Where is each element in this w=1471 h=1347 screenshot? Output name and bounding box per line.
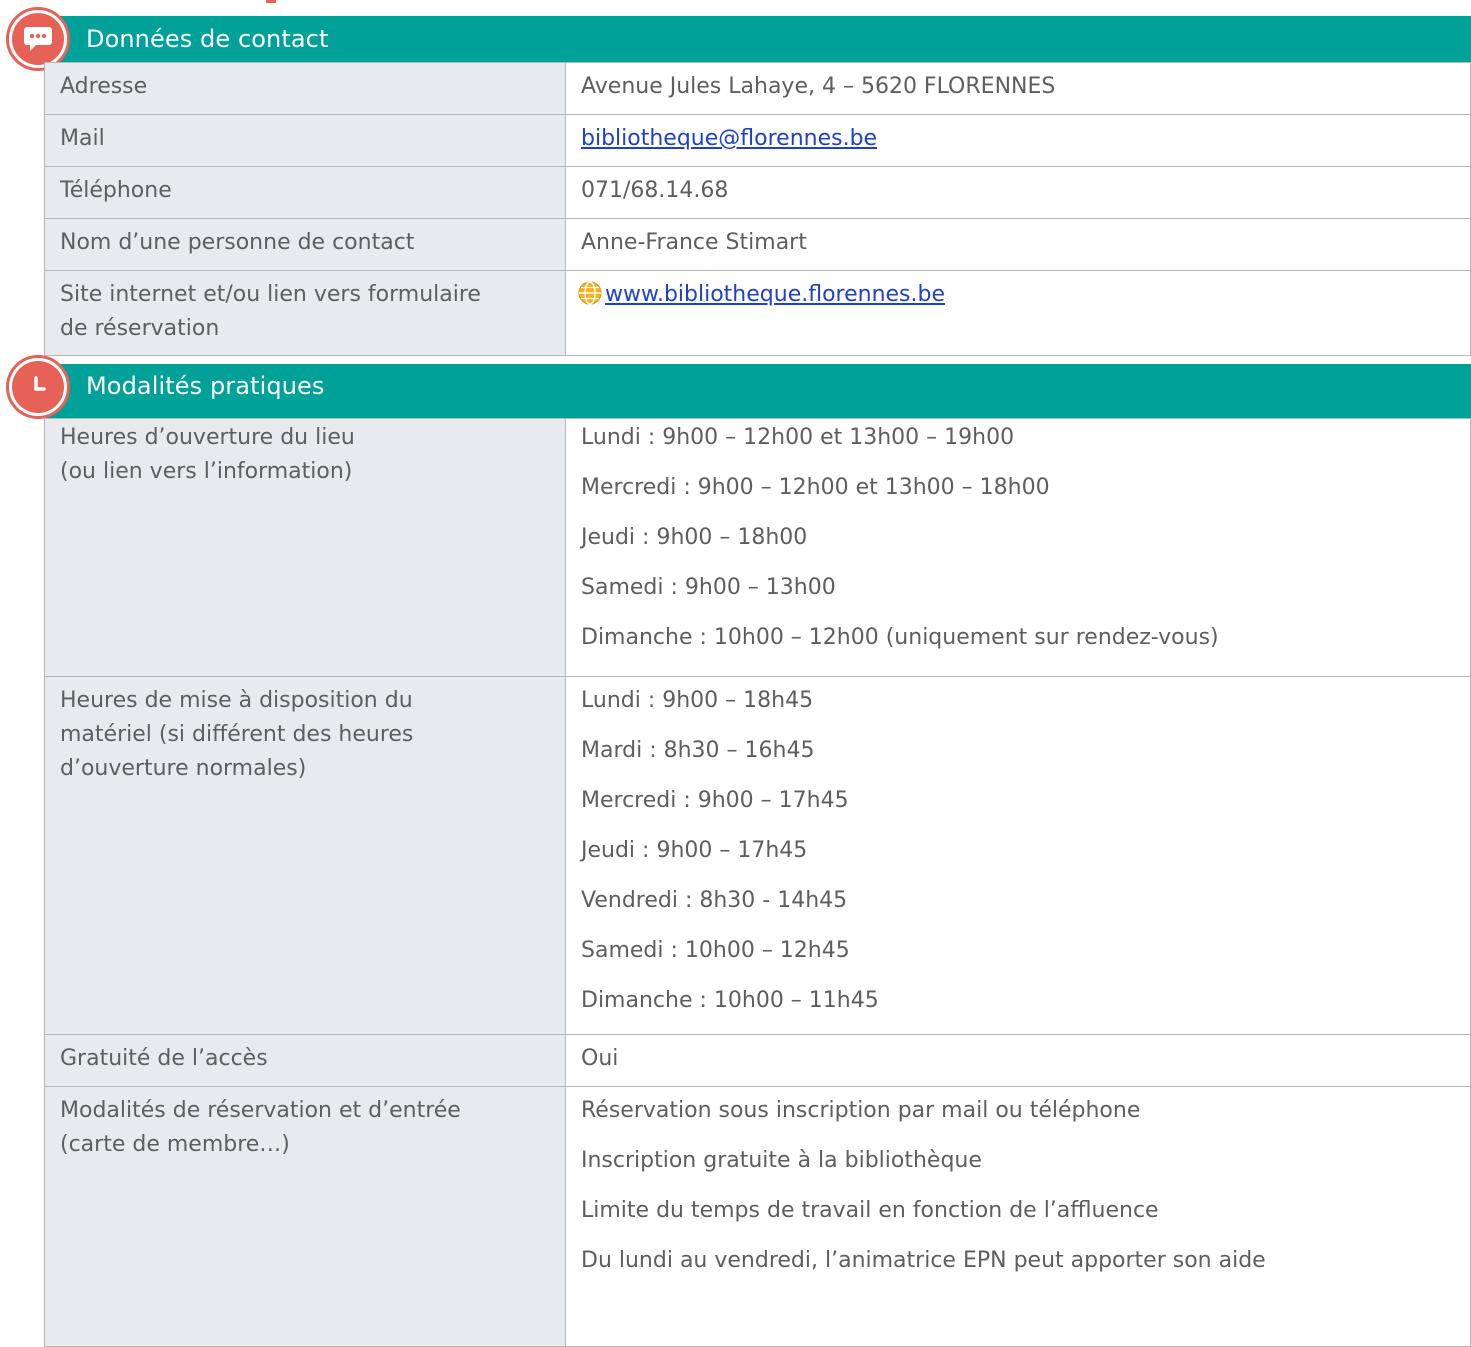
table-row: Modalités de réservation et d’entrée (ca… bbox=[44, 1086, 1471, 1347]
table-row: Site internet et/ou lien vers formulaire… bbox=[44, 270, 1471, 356]
row-value: Oui bbox=[565, 1034, 1471, 1087]
row-value: bibliotheque@florennes.be bbox=[565, 114, 1471, 167]
table-row: Nom d’une personne de contact Anne-Franc… bbox=[44, 218, 1471, 271]
document-page: Données de contact Adresse Avenue Jules … bbox=[0, 0, 1471, 1347]
list-item: Mercredi : 9h00 – 17h45 bbox=[581, 788, 849, 813]
list-item: Inscription gratuite à la bibliothèque bbox=[581, 1148, 982, 1173]
row-label: Heures d’ouverture du lieu (ou lien vers… bbox=[44, 418, 566, 677]
list-item: Vendredi : 8h30 - 14h45 bbox=[581, 888, 848, 913]
row-value: Lundi : 9h00 – 18h45 Mardi : 8h30 – 16h4… bbox=[565, 676, 1471, 1035]
list-item: Lundi : 9h00 – 12h00 et 13h00 – 19h00 bbox=[581, 425, 1015, 450]
list-item: Du lundi au vendredi, l’animatrice EPN p… bbox=[581, 1248, 1266, 1273]
website-link[interactable]: www.bibliotheque.florennes.be bbox=[605, 282, 945, 307]
section-title: Données de contact bbox=[86, 25, 329, 53]
list-item: Jeudi : 9h00 – 17h45 bbox=[581, 838, 808, 863]
list-item: Lundi : 9h00 – 18h45 bbox=[581, 688, 814, 713]
row-label: Téléphone bbox=[44, 166, 566, 219]
section-title: Modalités pratiques bbox=[86, 372, 325, 400]
row-value: 071/68.14.68 bbox=[565, 166, 1471, 219]
table-row: Adresse Avenue Jules Lahaye, 4 – 5620 FL… bbox=[44, 62, 1471, 115]
list-item: Mardi : 8h30 – 16h45 bbox=[581, 738, 815, 763]
table-row: Heures d’ouverture du lieu (ou lien vers… bbox=[44, 418, 1471, 677]
practical-table: Heures d’ouverture du lieu (ou lien vers… bbox=[44, 418, 1471, 1347]
table-row: Gratuité de l’accès Oui bbox=[44, 1034, 1471, 1087]
clock-icon bbox=[6, 355, 70, 419]
list-item: Mercredi : 9h00 – 12h00 et 13h00 – 18h00 bbox=[581, 475, 1050, 500]
globe-icon bbox=[577, 280, 603, 317]
row-value: Lundi : 9h00 – 12h00 et 13h00 – 19h00 Me… bbox=[565, 418, 1471, 677]
row-label: Nom d’une personne de contact bbox=[44, 218, 566, 271]
section-header-contact: Données de contact bbox=[0, 7, 1471, 71]
mail-link[interactable]: bibliotheque@florennes.be bbox=[581, 126, 877, 151]
table-row: Mail bibliotheque@florennes.be bbox=[44, 114, 1471, 167]
section-header-practical: Modalités pratiques bbox=[0, 355, 1471, 419]
row-label: Adresse bbox=[44, 62, 566, 115]
list-item: Jeudi : 9h00 – 18h00 bbox=[581, 525, 808, 550]
table-row: Téléphone 071/68.14.68 bbox=[44, 166, 1471, 219]
row-label: Gratuité de l’accès bbox=[44, 1034, 566, 1087]
row-label: Mail bbox=[44, 114, 566, 167]
row-value: www.bibliotheque.florennes.be bbox=[565, 270, 1471, 356]
row-label: Heures de mise à disposition du matériel… bbox=[44, 676, 566, 1035]
row-value: Anne-France Stimart bbox=[565, 218, 1471, 271]
row-value: Avenue Jules Lahaye, 4 – 5620 FLORENNES bbox=[565, 62, 1471, 115]
list-item: Dimanche : 10h00 – 11h45 bbox=[581, 988, 879, 1013]
list-item: Limite du temps de travail en fonction d… bbox=[581, 1198, 1159, 1223]
top-red-accent bbox=[266, 0, 276, 3]
row-value: Réservation sous inscription par mail ou… bbox=[565, 1086, 1471, 1347]
list-item: Samedi : 10h00 – 12h45 bbox=[581, 938, 850, 963]
list-item: Samedi : 9h00 – 13h00 bbox=[581, 575, 836, 600]
contact-table: Adresse Avenue Jules Lahaye, 4 – 5620 FL… bbox=[44, 62, 1471, 356]
row-label: Modalités de réservation et d’entrée (ca… bbox=[44, 1086, 566, 1347]
list-item: Réservation sous inscription par mail ou… bbox=[581, 1098, 1141, 1123]
row-label: Site internet et/ou lien vers formulaire… bbox=[44, 270, 566, 356]
table-row: Heures de mise à disposition du matériel… bbox=[44, 676, 1471, 1035]
list-item: Dimanche : 10h00 – 12h00 (uniquement sur… bbox=[581, 625, 1219, 650]
